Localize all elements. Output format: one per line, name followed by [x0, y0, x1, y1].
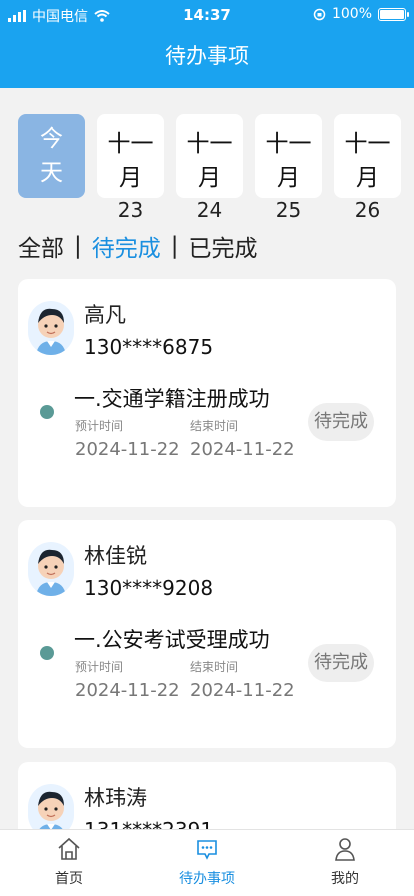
date-day: 23: [117, 198, 144, 222]
planned-time-value: 2024-11-22: [75, 680, 180, 701]
status-dot: [40, 405, 54, 419]
contact-name: 高凡: [84, 303, 126, 327]
filter-separator: |: [170, 233, 179, 259]
date-day: 25: [275, 198, 302, 222]
task-title: 一.公安考试受理成功: [74, 628, 270, 652]
date-selector: 今 天 十一月 23 十一月 24 十一月 25 十一月 26: [18, 114, 401, 222]
contact-phone: 130****6875: [84, 335, 214, 359]
page-title: 待办事项: [165, 44, 249, 68]
user-icon: [335, 838, 355, 861]
filter-separator: |: [74, 233, 82, 259]
todo-card[interactable]: 林佳锐 130****9208 一.公安考试受理成功 预计时间 结束时间 202…: [18, 520, 396, 748]
status-badge[interactable]: 待完成: [308, 403, 374, 441]
tab-home-label: 首页: [55, 871, 83, 887]
status-bar: 中国电信 14:37 100%: [0, 0, 414, 30]
home-icon: [58, 837, 80, 860]
tab-todo[interactable]: 待办事项: [162, 836, 252, 888]
end-time-value: 2024-11-22: [190, 439, 295, 460]
date-item[interactable]: 十一月 25: [255, 114, 322, 222]
message-icon: [197, 840, 217, 860]
filter-pending[interactable]: 待完成: [92, 229, 161, 263]
battery-percent: 100%: [331, 6, 372, 22]
date-item[interactable]: 十一月 24: [176, 114, 243, 222]
task-title: 一.交通学籍注册成功: [74, 387, 270, 411]
avatar: [28, 542, 74, 596]
bottom-tab-bar: 首页 待办事项 我的: [0, 829, 414, 896]
date-day: 24: [196, 198, 223, 222]
tab-mine-label: 我的: [331, 871, 359, 887]
today-char-1: 今: [40, 126, 63, 152]
end-time-label: 结束时间: [190, 660, 239, 674]
date-month: 十一月: [107, 131, 154, 191]
planned-time-label: 预计时间: [75, 419, 124, 433]
contact-name: 林玮涛: [84, 786, 147, 810]
contact-phone: 130****9208: [84, 576, 214, 600]
today-char-2: 天: [40, 160, 63, 186]
tab-todo-label: 待办事项: [179, 871, 235, 887]
battery-icon: [378, 7, 409, 21]
date-month: 十一月: [344, 131, 391, 191]
header-bar: 中国电信 14:37 100% 待办事项: [0, 0, 414, 88]
end-time-value: 2024-11-22: [190, 680, 295, 701]
date-item[interactable]: 十一月 26: [334, 114, 401, 222]
date-month: 十一月: [265, 131, 312, 191]
date-item[interactable]: 十一月 23: [97, 114, 164, 222]
date-month: 十一月: [186, 131, 233, 191]
todo-card[interactable]: 高凡 130****6875 一.交通学籍注册成功 预计时间 结束时间 2024…: [18, 279, 396, 507]
filter-all[interactable]: 全部: [18, 229, 64, 263]
contact-name: 林佳锐: [84, 544, 147, 568]
tab-home[interactable]: 首页: [24, 836, 114, 888]
tab-mine[interactable]: 我的: [300, 836, 390, 888]
orientation-lock-icon: [313, 8, 326, 20]
avatar: [28, 301, 74, 355]
status-filter: 全部 | 待完成 | 已完成: [18, 229, 258, 263]
planned-time-label: 预计时间: [75, 660, 124, 674]
planned-time-value: 2024-11-22: [75, 439, 180, 460]
date-day: 26: [354, 198, 381, 222]
status-dot: [40, 646, 54, 660]
end-time-label: 结束时间: [190, 419, 239, 433]
status-badge[interactable]: 待完成: [308, 644, 374, 682]
filter-done[interactable]: 已完成: [189, 229, 258, 263]
date-today[interactable]: 今 天: [18, 114, 85, 198]
